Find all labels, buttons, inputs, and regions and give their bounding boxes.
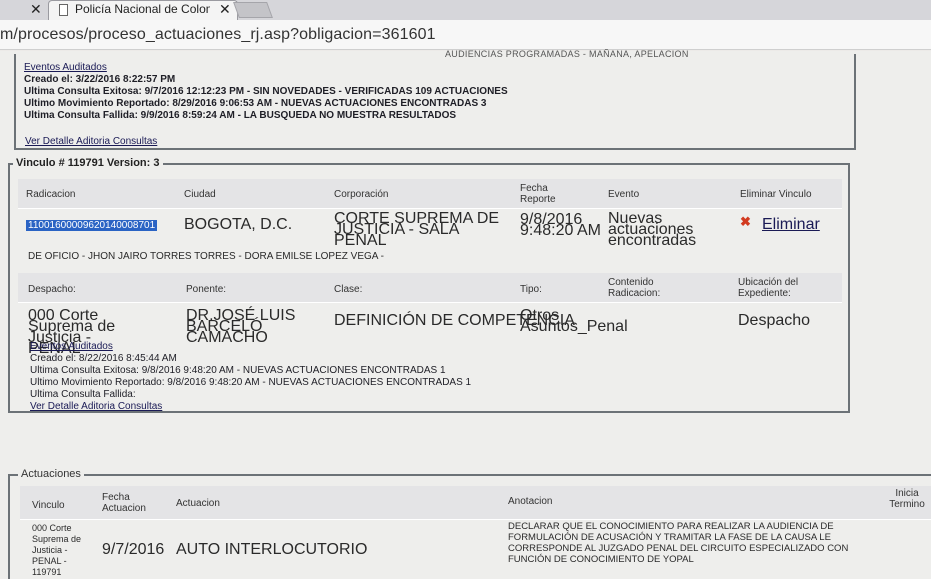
address-bar[interactable]: m/procesos/proceso_actuaciones_rj.asp?ob…	[0, 20, 931, 50]
ubicacion-value: Despacho	[738, 312, 811, 329]
audit-title-link[interactable]: Eventos Auditados	[24, 62, 854, 74]
header-anotacion: Anotacion	[508, 496, 553, 507]
url-text[interactable]: m/procesos/proceso_actuaciones_rj.asp?ob…	[0, 26, 436, 44]
audit-title-link[interactable]: Eventos Auditados	[30, 341, 471, 353]
close-icon[interactable]: ✕	[30, 1, 42, 18]
header-ubicacion: Ubicación del Expediente:	[738, 277, 799, 299]
audit-detail-link[interactable]: Ver Detalle Aditoria Consultas	[25, 136, 157, 147]
header-vinculo: Vinculo	[32, 500, 65, 511]
act-actuacion-value: AUTO INTERLOCUTORIO	[176, 541, 368, 558]
audit-line: Ultima Consulta Exitosa: 9/8/2016 9:48:2…	[30, 365, 446, 376]
audit-line: Ultima Consulta Fallida:	[30, 389, 136, 400]
act-anotacion-value: DECLARAR QUE EL CONOCIMIENTO PARA REALIZ…	[508, 521, 849, 565]
audit-line: Creado el: 8/22/2016 8:45:44 AM	[30, 353, 177, 364]
ciudad-value: BOGOTA, D.C.	[184, 216, 293, 233]
header-despacho: Despacho:	[28, 284, 76, 295]
actuaciones-panel: Actuaciones Vinculo Fecha Actuacion Actu…	[8, 468, 931, 579]
vinculo-legend: Vinculo # 119791 Version: 3	[13, 157, 163, 169]
browser-tab[interactable]: Policía Nacional de Colom ✕	[48, 0, 238, 20]
radicacion-value[interactable]: 11001600009620140008701	[26, 218, 158, 231]
delete-x-icon[interactable]: ✖	[740, 215, 751, 228]
tipo-value: Otros Asuntos_Penal	[520, 307, 628, 335]
actuaciones-legend: Actuaciones	[18, 468, 84, 480]
eliminar-link[interactable]: Eliminar	[762, 217, 820, 233]
header-fecha-reporte: Fecha Reporte	[520, 183, 556, 205]
header-eliminar: Eliminar Vinculo	[740, 189, 812, 200]
header-fecha-actuacion: Fecha Actuacion	[102, 492, 146, 514]
radicacion-text[interactable]: 11001600009620140008701	[26, 220, 158, 231]
header-evento: Evento	[608, 189, 640, 200]
vinculo-audit: Eventos Auditados Creado el: 8/22/2016 8…	[30, 341, 471, 413]
header-inicia-termino: Inicia Termino	[889, 488, 925, 510]
header-ciudad: Ciudad	[184, 189, 216, 200]
audit-line: Ultima Consulta Fallida: 9/9/2016 8:59:2…	[24, 110, 457, 121]
vinculo-header-row	[18, 179, 842, 209]
header-corporacion: Corporación	[334, 189, 389, 200]
parties-text: DE OFICIO - JHON JAIRO TORRES TORRES - D…	[28, 251, 384, 262]
header-contenido: Contenido Radicacion:	[608, 277, 661, 299]
fecha-reporte-time: 9:48:20 AM	[520, 222, 601, 239]
vinculo-panel: Vinculo # 119791 Version: 3 Radicacion C…	[8, 157, 850, 413]
header-ponente: Ponente:	[186, 284, 227, 295]
audit-line: Ultima Consulta Exitosa: 9/7/2016 12:12:…	[24, 86, 508, 97]
act-vinculo-value: 000 Corte Suprema de Justicia - PENAL - …	[32, 523, 82, 577]
act-fecha-value: 9/7/2016	[102, 541, 165, 558]
details-header-row	[18, 273, 842, 303]
header-radicacion: Radicacion	[26, 189, 76, 200]
header-clase: Clase:	[334, 284, 363, 295]
browser-tab-strip: ✕ Policía Nacional de Colom ✕	[0, 0, 931, 20]
top-audit-panel: Eventos Auditados Creado el: 3/22/2016 8…	[14, 54, 856, 150]
corporacion-value: CORTE SUPREMA DE JUSTICIA - SALA PENAL	[334, 210, 500, 249]
ponente-value: DR.JOSÉ LUIS BARCELÓ CAMACHO	[186, 307, 296, 346]
audit-line: Ultimo Movimiento Reportado: 8/29/2016 9…	[24, 98, 487, 109]
document-icon	[59, 4, 68, 16]
new-tab-button[interactable]	[233, 2, 273, 18]
header-actuacion: Actuacion	[176, 498, 220, 509]
page-content: AUDIENCIAS PROGRAMADAS - MAÑANA, APELACI…	[0, 49, 931, 579]
header-tipo: Tipo:	[520, 284, 542, 295]
audit-detail-link[interactable]: Ver Detalle Aditoria Consultas	[30, 401, 471, 413]
audit-line: Creado el: 3/22/2016 8:22:57 PM	[24, 74, 176, 85]
evento-value: Nuevas actuaciones encontradas	[608, 210, 697, 249]
audit-line: Ultimo Movimiento Reportado: 9/8/2016 9:…	[30, 377, 472, 388]
tab-close-icon[interactable]: ✕	[219, 1, 231, 18]
tab-title: Policía Nacional de Colom	[75, 2, 210, 16]
